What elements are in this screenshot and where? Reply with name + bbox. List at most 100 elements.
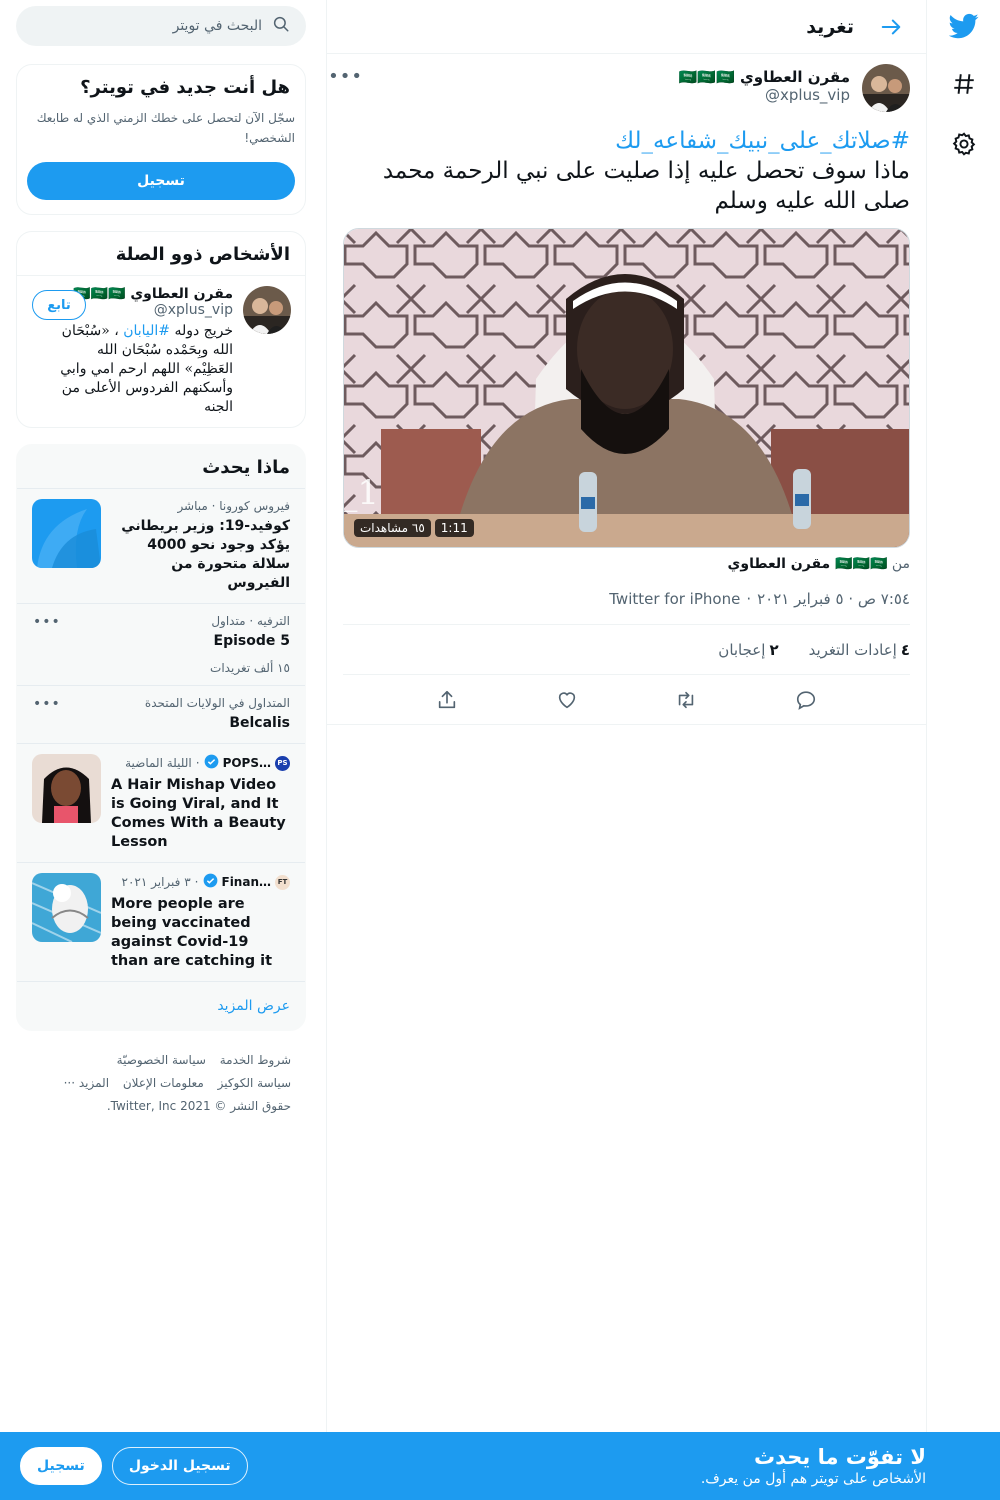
- copyright: حقوق النشر © 2021 Twitter, Inc.: [106, 1099, 291, 1113]
- video-thumbnail: twi:@rit__1: [343, 229, 909, 547]
- news-time: الليلة الماضية: [125, 756, 192, 770]
- follow-button[interactable]: تابع: [32, 290, 86, 320]
- from-name[interactable]: 🇸🇦🇸🇦🇸🇦 مقرن العطاوي: [728, 556, 888, 572]
- terms-link[interactable]: شروط الخدمة: [220, 1053, 291, 1067]
- verified-badge-icon: [204, 754, 219, 772]
- nav-rail: [926, 0, 1000, 1500]
- avatar[interactable]: [862, 64, 910, 112]
- trend-count: ١٥ ألف تغريدات: [210, 661, 290, 675]
- privacy-link[interactable]: سياسة الخصوصيّة: [117, 1053, 206, 1067]
- likes-count: ٢: [769, 640, 779, 659]
- avatar[interactable]: [243, 286, 291, 334]
- popsugar-logo-icon: PS: [275, 755, 290, 771]
- reply-icon[interactable]: [789, 683, 823, 717]
- likes-stat[interactable]: ٢إعجابان: [718, 641, 778, 659]
- from-prefix: من: [891, 556, 910, 572]
- news-source: POPS…: [222, 756, 271, 770]
- tweet-text: #صلاتك_على_نبيك_شفاعه_لك ماذا سوف تحصل ع…: [343, 126, 910, 216]
- show-more-link[interactable]: عرض المزيد: [17, 981, 305, 1030]
- search-bar[interactable]: [16, 6, 306, 46]
- share-icon[interactable]: [430, 683, 464, 717]
- author-handle[interactable]: @xplus_vip: [679, 86, 850, 104]
- bottom-login-button[interactable]: تسجيل الدخول: [111, 1447, 248, 1485]
- trend-meta: المتداول في الولايات المتحدة: [144, 696, 290, 710]
- bottom-signup-bar: لا تفوّت ما يحدث الأشخاص على تويتر هم أو…: [0, 1432, 1000, 1500]
- gear-icon[interactable]: [944, 124, 984, 164]
- retweets-count: ٤: [900, 640, 910, 659]
- meta-separator: ·: [746, 590, 752, 608]
- tweet-actions: [327, 675, 926, 725]
- twitter-logo-icon[interactable]: [944, 6, 984, 46]
- back-arrow-icon[interactable]: [874, 10, 908, 44]
- news-item[interactable]: PS POPS… · الليلة الماضية A Hair Mishap …: [17, 743, 305, 862]
- relevant-person[interactable]: مقرن العطاوي 🇸🇦🇸🇦🇸🇦 @xplus_vip خريج دوله…: [17, 275, 305, 427]
- video-watermark: twi:@rit__1: [343, 473, 379, 513]
- trend-item[interactable]: فيروس كورونا · مباشر كوفيد-19: وزير بريط…: [17, 488, 305, 603]
- bio-hashtag[interactable]: #اليابان: [123, 323, 170, 339]
- video-views: ٦٥ مشاهدات: [354, 519, 431, 537]
- trend-item[interactable]: الترفيه · متداول Episode 5 ١٥ ألف تغريدا…: [17, 603, 305, 685]
- signup-button[interactable]: تسجيل: [27, 162, 295, 200]
- more-options-icon[interactable]: •••: [33, 614, 61, 630]
- author-name[interactable]: مقرن العطاوي 🇸🇦🇸🇦🇸🇦: [679, 68, 850, 86]
- news-title: A Hair Mishap Video is Going Viral, and …: [111, 777, 286, 850]
- cookies-link[interactable]: سياسة الكوكيز: [218, 1076, 291, 1090]
- like-icon[interactable]: [550, 683, 584, 717]
- page-title: تغريد: [806, 15, 854, 38]
- trend-meta: الترفيه · متداول: [211, 614, 290, 628]
- hashtag-icon[interactable]: [944, 64, 984, 104]
- news-thumbnail: [32, 873, 101, 942]
- verified-badge-icon: [203, 873, 218, 891]
- news-item[interactable]: FT Finan… · ٣ فبراير ٢٠٢١ More people ar…: [17, 862, 305, 981]
- search-icon: [272, 15, 290, 37]
- search-input[interactable]: [62, 18, 262, 34]
- more-options-icon[interactable]: •••: [33, 696, 61, 712]
- video-duration: 1:11: [434, 519, 474, 537]
- bottom-bar-title: لا تفوّت ما يحدث: [754, 1445, 926, 1469]
- trend-meta: فيروس كورونا · مباشر: [177, 499, 290, 513]
- new-to-twitter-card: هل أنت جديد في تويتر؟ سجّل الآن لتحصل عل…: [16, 64, 306, 215]
- whats-happening-card: ماذا يحدث فيروس كورونا · مباشر كوفيد-19:…: [16, 444, 306, 1031]
- whats-happening-title: ماذا يحدث: [202, 457, 290, 478]
- tweet-meta: ٧:٥٤ ص · ٥ فبراير ٢٠٢١ · Twitter for iPh…: [343, 590, 910, 625]
- trend-title: Belcalis: [229, 715, 290, 731]
- news-time: ٣ فبراير ٢٠٢١: [121, 875, 191, 889]
- ft-logo-icon: FT: [275, 874, 290, 890]
- relevant-people-card: الأشخاص ذوو الصلة مقرن العطاوي 🇸🇦🇸🇦🇸🇦 @x…: [16, 231, 306, 428]
- tweet-body: ماذا سوف تحصل عليه إذا صليت على نبي الرح…: [382, 158, 910, 214]
- bottom-signup-button[interactable]: تسجيل: [20, 1447, 102, 1485]
- tweet-source[interactable]: Twitter for iPhone: [609, 590, 740, 608]
- video-badges: 1:11 ٦٥ مشاهدات: [354, 519, 474, 537]
- video-attribution: من 🇸🇦🇸🇦🇸🇦 مقرن العطاوي: [343, 556, 910, 572]
- news-source: Finan…: [221, 875, 272, 889]
- tweet-video[interactable]: twi:@rit__1 1:11 ٦٥ مشاهدات: [343, 228, 910, 548]
- tweet-author: مقرن العطاوي 🇸🇦🇸🇦🇸🇦 @xplus_vip •••: [328, 64, 910, 112]
- tweet: مقرن العطاوي 🇸🇦🇸🇦🇸🇦 @xplus_vip ••• #صلات…: [327, 54, 926, 725]
- trend-title: Episode 5: [213, 633, 290, 649]
- more-link[interactable]: المزيد ···: [64, 1076, 109, 1090]
- tweet-timestamp[interactable]: ٧:٥٤ ص · ٥ فبراير ٢٠٢١: [757, 590, 910, 608]
- sidebar-footer: شروط الخدمة سياسة الخصوصيّة سياسة الكوكي…: [16, 1049, 306, 1118]
- page-header: تغريد: [327, 0, 926, 54]
- retweets-stat[interactable]: ٤إعادات التغريد: [809, 641, 910, 659]
- tweet-stats: ٤إعادات التغريد ٢إعجابان: [343, 625, 910, 675]
- sidebar: هل أنت جديد في تويتر؟ سجّل الآن لتحصل عل…: [16, 0, 306, 1118]
- bio-prefix: خريج دوله: [174, 323, 233, 339]
- new-card-description: سجّل الآن لتحصل على خطك الزمني الذي له ط…: [36, 111, 295, 145]
- trend-title: كوفيد-19: وزير بريطاني يؤكد وجود نحو 400…: [121, 518, 290, 591]
- trend-item[interactable]: المتداول في الولايات المتحدة Belcalis ••…: [17, 685, 305, 743]
- tweet-hashtag[interactable]: #صلاتك_على_نبيك_شفاعه_لك: [343, 126, 910, 156]
- relevant-card-title: الأشخاص ذوو الصلة: [115, 244, 290, 265]
- news-title: More people are being vaccinated against…: [111, 896, 273, 969]
- dot-separator: ·: [194, 875, 199, 889]
- likes-label: إعجابان: [718, 640, 766, 659]
- main-column: تغريد مقرن العطاوي 🇸🇦🇸🇦🇸🇦 @xplus_vip •••: [326, 0, 926, 1500]
- news-thumbnail: [32, 754, 101, 823]
- more-options-icon[interactable]: •••: [328, 66, 363, 87]
- person-bio: خريج دوله #اليابان ، «سُبْحَان الله وبِح…: [47, 322, 233, 417]
- new-card-title: هل أنت جديد في تويتر؟: [80, 77, 290, 98]
- ads-info-link[interactable]: معلومات الإعلان: [123, 1076, 204, 1090]
- retweets-label: إعادات التغريد: [808, 640, 897, 659]
- retweet-icon[interactable]: [669, 683, 703, 717]
- trend-thumbnail: [32, 499, 101, 568]
